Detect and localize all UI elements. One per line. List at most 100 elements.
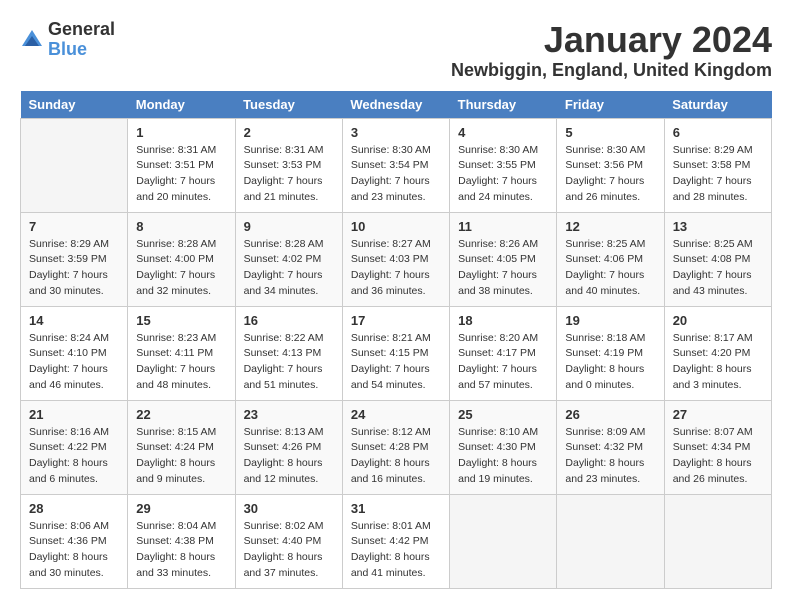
cell-w1-d6: 13 Sunrise: 8:25 AMSunset: 4:08 PMDayligh… — [664, 212, 771, 306]
day-info-26: Sunrise: 8:09 AMSunset: 4:32 PMDaylight:… — [565, 425, 655, 488]
day-info-31: Sunrise: 8:01 AMSunset: 4:42 PMDaylight:… — [351, 519, 441, 582]
day-number-25: 25 — [458, 407, 548, 422]
day-info-3: Sunrise: 8:30 AMSunset: 3:54 PMDaylight:… — [351, 143, 441, 206]
day-info-4: Sunrise: 8:30 AMSunset: 3:55 PMDaylight:… — [458, 143, 548, 206]
cell-w3-d0: 21Sunrise: 8:16 AMSunset: 4:22 PMDayligh… — [21, 400, 128, 494]
day-info-19: Sunrise: 8:18 AMSunset: 4:19 PMDaylight:… — [565, 331, 655, 394]
calendar-body: 1 Sunrise: 8:31 AMSunset: 3:51 PMDaylight… — [21, 118, 772, 588]
cell-w4-d6 — [664, 494, 771, 588]
day-info-16: Sunrise: 8:22 AMSunset: 4:13 PMDaylight:… — [244, 331, 334, 394]
day-number-3: 3 — [351, 125, 441, 140]
week-row-4: 28Sunrise: 8:06 AMSunset: 4:36 PMDayligh… — [21, 494, 772, 588]
cell-w0-d0 — [21, 118, 128, 212]
day-number-27: 27 — [673, 407, 763, 422]
header: General Blue January 2024 Newbiggin, Eng… — [20, 20, 772, 81]
day-info-2: Sunrise: 8:31 AMSunset: 3:53 PMDaylight:… — [244, 143, 334, 206]
cell-w2-d4: 18 Sunrise: 8:20 AMSunset: 4:17 PMDayligh… — [450, 306, 557, 400]
cell-w4-d4 — [450, 494, 557, 588]
day-number-12: 12 — [565, 219, 655, 234]
day-info-1: Sunrise: 8:31 AMSunset: 3:51 PMDaylight:… — [136, 143, 226, 206]
day-info-7: Sunrise: 8:29 AMSunset: 3:59 PMDaylight:… — [29, 237, 119, 300]
day-info-21: Sunrise: 8:16 AMSunset: 4:22 PMDaylight:… — [29, 425, 119, 488]
day-info-12: Sunrise: 8:25 AMSunset: 4:06 PMDaylight:… — [565, 237, 655, 300]
day-number-14: 14 — [29, 313, 119, 328]
header-monday: Monday — [128, 91, 235, 119]
cell-w3-d2: 23 Sunrise: 8:13 AMSunset: 4:26 PMDayligh… — [235, 400, 342, 494]
day-number-23: 23 — [244, 407, 334, 422]
day-info-25: Sunrise: 8:10 AMSunset: 4:30 PMDaylight:… — [458, 425, 548, 488]
day-number-1: 1 — [136, 125, 226, 140]
day-number-4: 4 — [458, 125, 548, 140]
cell-w4-d0: 28Sunrise: 8:06 AMSunset: 4:36 PMDayligh… — [21, 494, 128, 588]
day-number-31: 31 — [351, 501, 441, 516]
header-row: Sunday Monday Tuesday Wednesday Thursday… — [21, 91, 772, 119]
calendar-header: Sunday Monday Tuesday Wednesday Thursday… — [21, 91, 772, 119]
day-number-20: 20 — [673, 313, 763, 328]
cell-w4-d5 — [557, 494, 664, 588]
day-info-15: Sunrise: 8:23 AMSunset: 4:11 PMDaylight:… — [136, 331, 226, 394]
day-number-26: 26 — [565, 407, 655, 422]
day-number-30: 30 — [244, 501, 334, 516]
day-number-2: 2 — [244, 125, 334, 140]
cell-w2-d0: 14 Sunrise: 8:24 AMSunset: 4:10 PMDayligh… — [21, 306, 128, 400]
cell-w1-d3: 10 Sunrise: 8:27 AMSunset: 4:03 PMDayligh… — [342, 212, 449, 306]
day-info-5: Sunrise: 8:30 AMSunset: 3:56 PMDaylight:… — [565, 143, 655, 206]
day-info-13: Sunrise: 8:25 AMSunset: 4:08 PMDaylight:… — [673, 237, 763, 300]
day-info-9: Sunrise: 8:28 AMSunset: 4:02 PMDaylight:… — [244, 237, 334, 300]
day-number-6: 6 — [673, 125, 763, 140]
month-title: January 2024 — [451, 20, 772, 60]
cell-w0-d4: 4 Sunrise: 8:30 AMSunset: 3:55 PMDaylight… — [450, 118, 557, 212]
day-number-9: 9 — [244, 219, 334, 234]
day-number-13: 13 — [673, 219, 763, 234]
cell-w2-d6: 20Sunrise: 8:17 AMSunset: 4:20 PMDayligh… — [664, 306, 771, 400]
cell-w2-d3: 17 Sunrise: 8:21 AMSunset: 4:15 PMDayligh… — [342, 306, 449, 400]
cell-w0-d1: 1 Sunrise: 8:31 AMSunset: 3:51 PMDaylight… — [128, 118, 235, 212]
day-info-18: Sunrise: 8:20 AMSunset: 4:17 PMDaylight:… — [458, 331, 548, 394]
cell-w2-d5: 19Sunrise: 8:18 AMSunset: 4:19 PMDayligh… — [557, 306, 664, 400]
logo-icon — [20, 28, 44, 52]
header-wednesday: Wednesday — [342, 91, 449, 119]
week-row-1: 7Sunrise: 8:29 AMSunset: 3:59 PMDaylight… — [21, 212, 772, 306]
cell-w2-d1: 15Sunrise: 8:23 AMSunset: 4:11 PMDayligh… — [128, 306, 235, 400]
cell-w3-d6: 27 Sunrise: 8:07 AMSunset: 4:34 PMDayligh… — [664, 400, 771, 494]
day-number-5: 5 — [565, 125, 655, 140]
day-info-11: Sunrise: 8:26 AMSunset: 4:05 PMDaylight:… — [458, 237, 548, 300]
day-info-17: Sunrise: 8:21 AMSunset: 4:15 PMDaylight:… — [351, 331, 441, 394]
logo: General Blue — [20, 20, 115, 60]
day-number-18: 18 — [458, 313, 548, 328]
location-title: Newbiggin, England, United Kingdom — [451, 60, 772, 81]
calendar-table: Sunday Monday Tuesday Wednesday Thursday… — [20, 91, 772, 589]
day-info-27: Sunrise: 8:07 AMSunset: 4:34 PMDaylight:… — [673, 425, 763, 488]
day-info-6: Sunrise: 8:29 AMSunset: 3:58 PMDaylight:… — [673, 143, 763, 206]
cell-w2-d2: 16Sunrise: 8:22 AMSunset: 4:13 PMDayligh… — [235, 306, 342, 400]
cell-w0-d2: 2 Sunrise: 8:31 AMSunset: 3:53 PMDaylight… — [235, 118, 342, 212]
day-info-10: Sunrise: 8:27 AMSunset: 4:03 PMDaylight:… — [351, 237, 441, 300]
header-tuesday: Tuesday — [235, 91, 342, 119]
header-friday: Friday — [557, 91, 664, 119]
cell-w3-d5: 26 Sunrise: 8:09 AMSunset: 4:32 PMDayligh… — [557, 400, 664, 494]
header-saturday: Saturday — [664, 91, 771, 119]
day-number-8: 8 — [136, 219, 226, 234]
day-info-22: Sunrise: 8:15 AMSunset: 4:24 PMDaylight:… — [136, 425, 226, 488]
header-sunday: Sunday — [21, 91, 128, 119]
cell-w0-d3: 3 Sunrise: 8:30 AMSunset: 3:54 PMDaylight… — [342, 118, 449, 212]
cell-w4-d2: 30Sunrise: 8:02 AMSunset: 4:40 PMDayligh… — [235, 494, 342, 588]
cell-w3-d3: 24Sunrise: 8:12 AMSunset: 4:28 PMDayligh… — [342, 400, 449, 494]
day-info-28: Sunrise: 8:06 AMSunset: 4:36 PMDaylight:… — [29, 519, 119, 582]
day-number-22: 22 — [136, 407, 226, 422]
day-number-10: 10 — [351, 219, 441, 234]
week-row-2: 14 Sunrise: 8:24 AMSunset: 4:10 PMDayligh… — [21, 306, 772, 400]
day-info-14: Sunrise: 8:24 AMSunset: 4:10 PMDaylight:… — [29, 331, 119, 394]
header-thursday: Thursday — [450, 91, 557, 119]
day-info-23: Sunrise: 8:13 AMSunset: 4:26 PMDaylight:… — [244, 425, 334, 488]
logo-text: General Blue — [48, 20, 115, 60]
day-number-17: 17 — [351, 313, 441, 328]
logo-blue: Blue — [48, 40, 115, 60]
cell-w0-d5: 5 Sunrise: 8:30 AMSunset: 3:56 PMDaylight… — [557, 118, 664, 212]
cell-w4-d3: 31 Sunrise: 8:01 AMSunset: 4:42 PMDayligh… — [342, 494, 449, 588]
title-area: January 2024 Newbiggin, England, United … — [451, 20, 772, 81]
day-number-11: 11 — [458, 219, 548, 234]
cell-w3-d1: 22 Sunrise: 8:15 AMSunset: 4:24 PMDayligh… — [128, 400, 235, 494]
day-info-24: Sunrise: 8:12 AMSunset: 4:28 PMDaylight:… — [351, 425, 441, 488]
week-row-3: 21Sunrise: 8:16 AMSunset: 4:22 PMDayligh… — [21, 400, 772, 494]
